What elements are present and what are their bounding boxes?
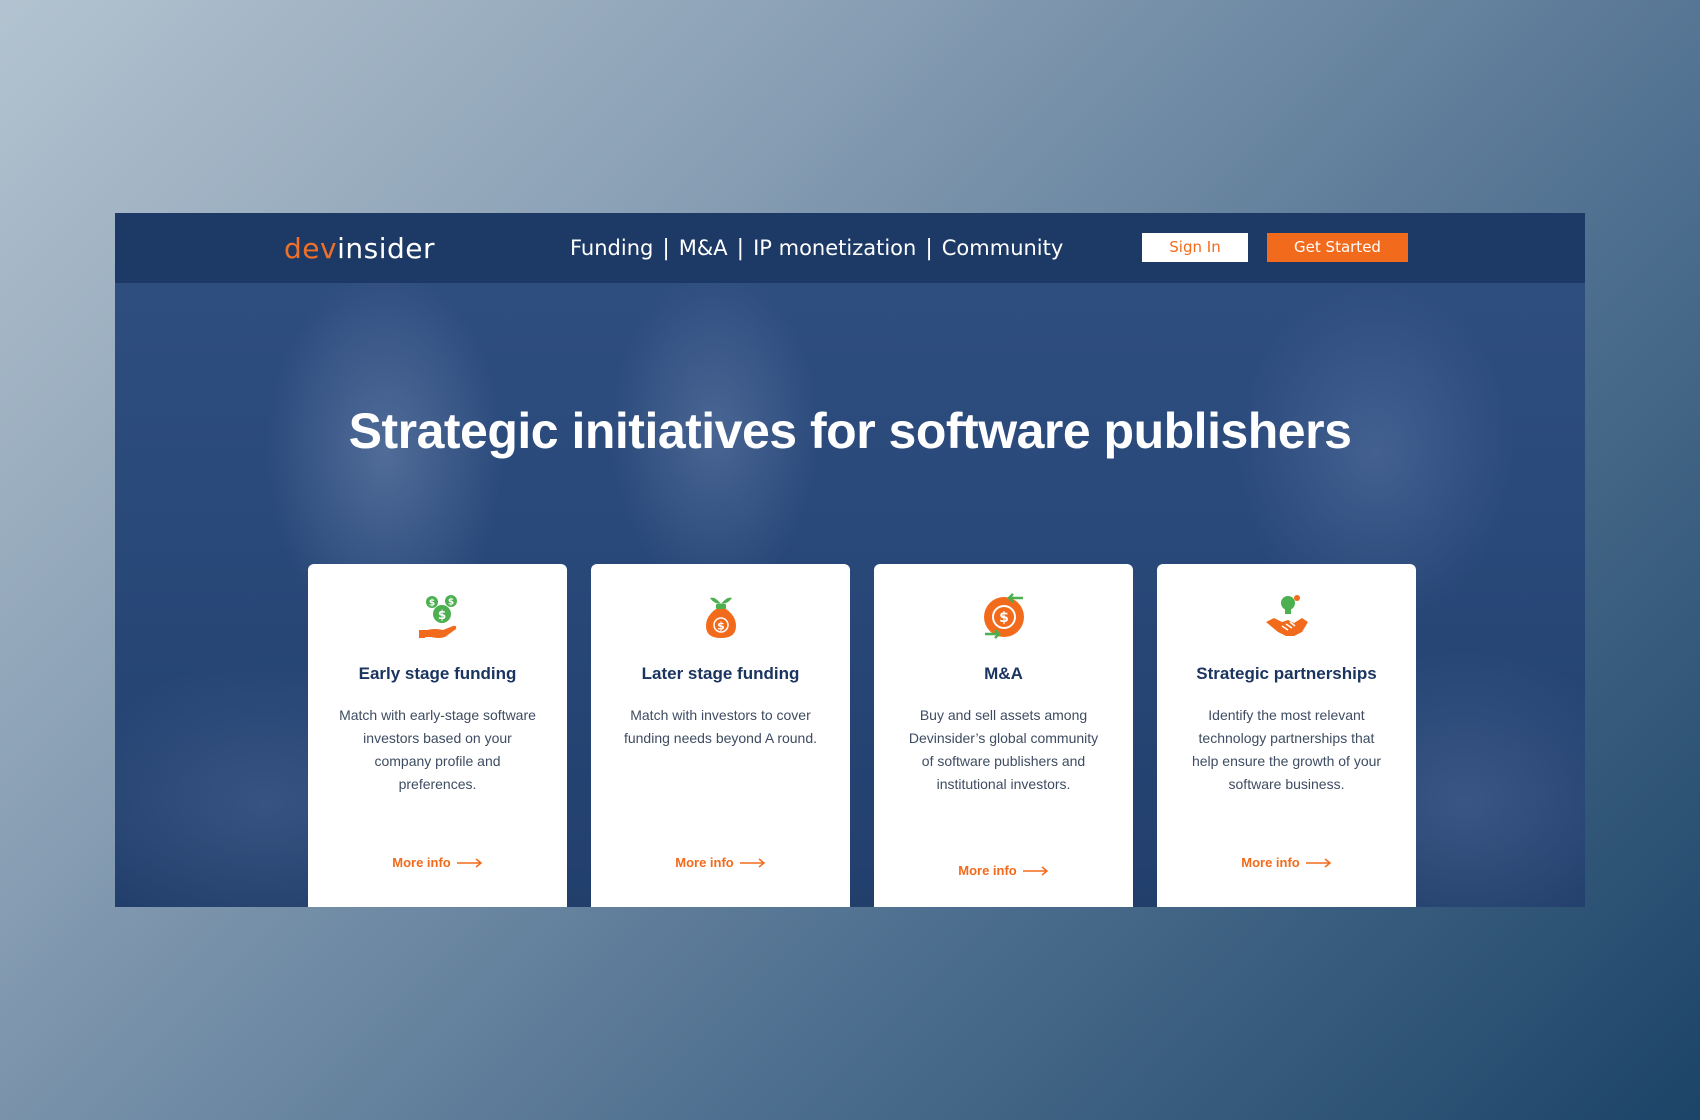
more-info-label: More info — [958, 863, 1017, 878]
money-bag-sprout-icon: $ — [706, 597, 736, 638]
site-frame: devinsider Funding | M&A | IP monetizati… — [115, 213, 1585, 907]
card-description: Buy and sell assets among Devinsider’s g… — [908, 707, 1099, 792]
more-info-link[interactable]: More info — [308, 855, 567, 870]
logo-insider-text: insider — [337, 232, 435, 265]
hero-section: Strategic initiatives for software publi… — [115, 283, 1585, 907]
more-info-link[interactable]: More info — [874, 863, 1133, 878]
currency-exchange-icon: $ — [984, 593, 1024, 639]
svg-text:$: $ — [999, 610, 1009, 626]
nav-separator: | — [662, 235, 670, 261]
card-early-stage-funding: $ $ $ Early stage funding Match with ear… — [308, 564, 567, 907]
svg-text:$: $ — [448, 598, 454, 608]
arrow-right-icon — [1022, 865, 1048, 876]
card-description: Match with investors to cover funding ne… — [623, 707, 818, 746]
more-info-link[interactable]: More info — [1157, 855, 1416, 870]
more-info-label: More info — [1241, 855, 1300, 870]
card-description: Identify the most relevant technology pa… — [1191, 707, 1382, 792]
more-info-label: More info — [392, 855, 451, 870]
nav-item-ip-monetization[interactable]: IP monetization — [753, 236, 916, 260]
hero-headline: Strategic initiatives for software publi… — [348, 403, 1352, 459]
nav-separator: | — [736, 235, 745, 261]
get-started-button[interactable]: Get Started — [1267, 233, 1408, 262]
card-title: Early stage funding — [358, 664, 517, 683]
nav-separator: | — [925, 235, 933, 261]
nav-item-ma[interactable]: M&A — [679, 236, 728, 260]
card-title: Later stage funding — [641, 664, 800, 683]
card-description: Match with early-stage software investor… — [339, 707, 536, 792]
hand-coins-icon: $ $ $ — [419, 595, 457, 638]
nav-item-community[interactable]: Community — [942, 236, 1064, 260]
logo-dev-text: dev — [284, 232, 338, 265]
svg-text:$: $ — [429, 599, 435, 609]
card-ma: $ M&A Buy and sell assets among Devinsid… — [874, 564, 1133, 907]
arrow-right-icon — [456, 857, 482, 868]
more-info-link[interactable]: More info — [591, 855, 850, 870]
card-strategic-partnerships: Strategic partnerships Identify the most… — [1157, 564, 1416, 907]
card-title: M&A — [984, 664, 1023, 683]
main-menu: Funding | M&A | IP monetization | Commun… — [570, 233, 1063, 263]
nav-item-funding[interactable]: Funding — [570, 236, 653, 260]
card-title: Strategic partnerships — [1196, 664, 1377, 683]
arrow-right-icon — [1305, 857, 1331, 868]
arrow-right-icon — [739, 857, 765, 868]
svg-text:$: $ — [438, 608, 446, 622]
handshake-idea-icon — [1266, 595, 1308, 636]
devinsider-logo[interactable]: devinsider — [284, 232, 435, 265]
sign-in-button[interactable]: Sign In — [1142, 233, 1248, 262]
svg-text:$: $ — [717, 620, 725, 633]
more-info-label: More info — [675, 855, 734, 870]
top-navbar: devinsider Funding | M&A | IP monetizati… — [115, 213, 1585, 283]
card-later-stage-funding: $ Later stage funding Match with investo… — [591, 564, 850, 907]
